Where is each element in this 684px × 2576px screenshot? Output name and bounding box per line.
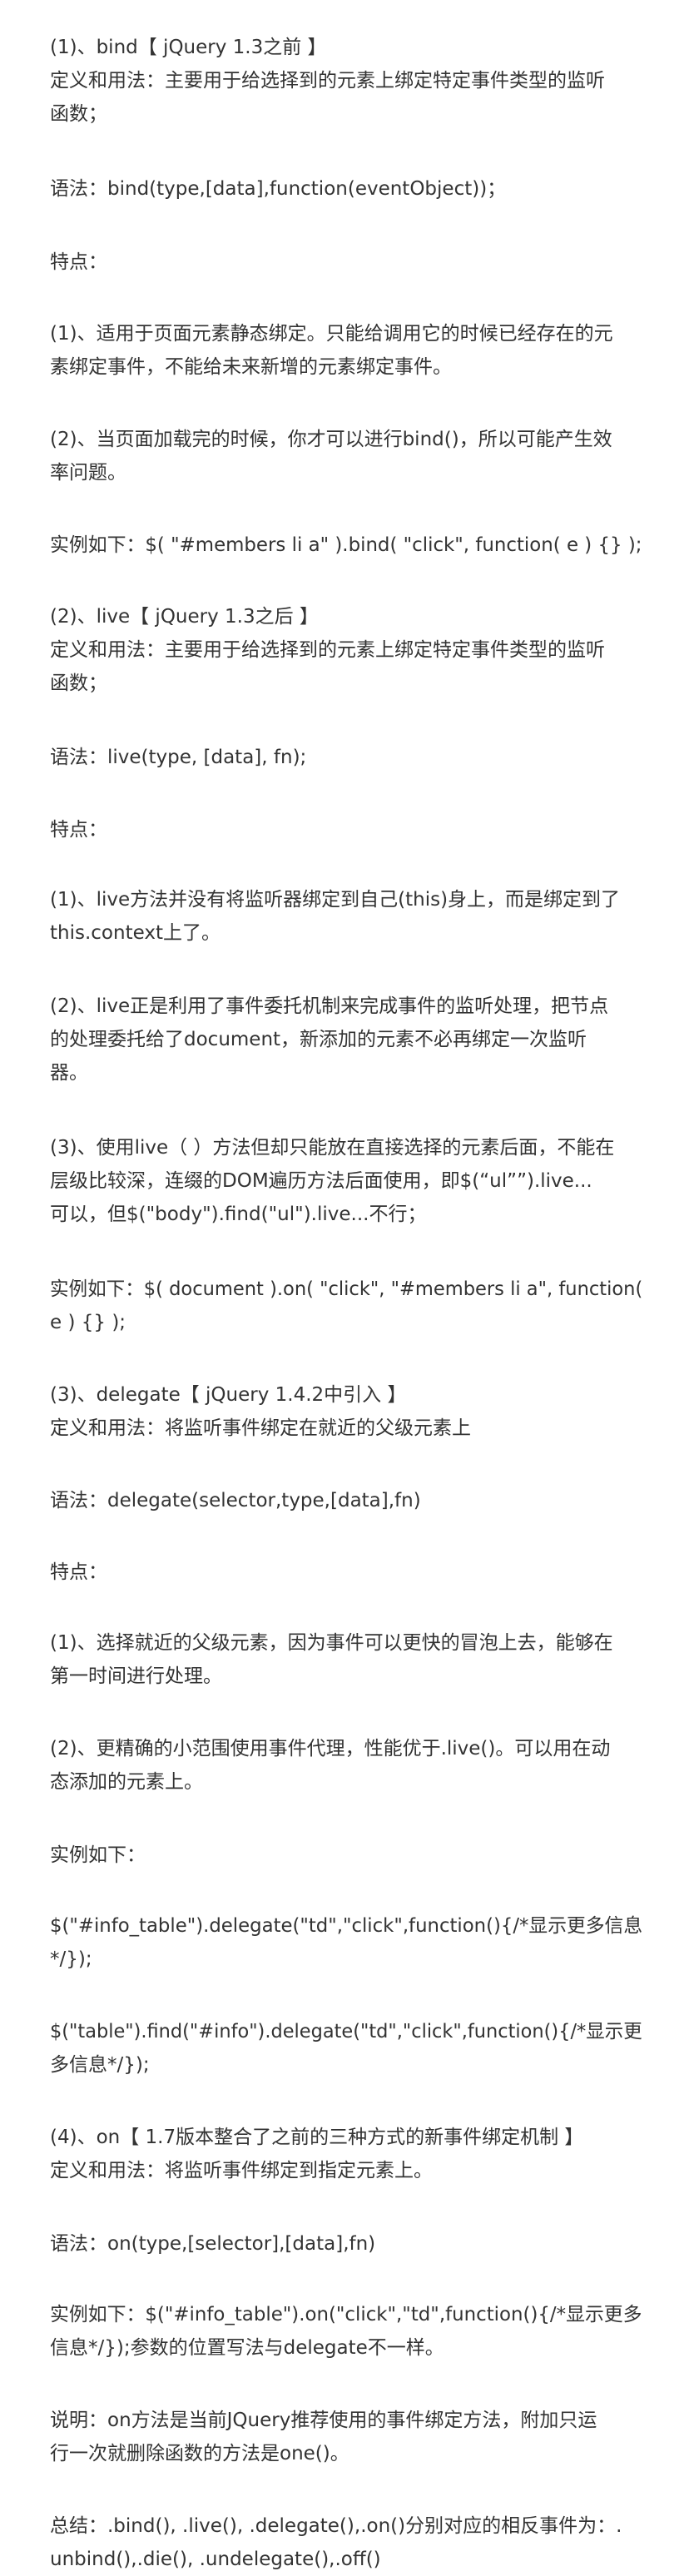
bind-features-label: 特点： <box>50 246 642 279</box>
on-example: 实例如下：$("#info_table").on("click","td",fu… <box>50 2298 642 2365</box>
delegate-example-2: $("table").find("#info").delegate("td","… <box>50 2015 642 2082</box>
section-title: (2)、live【 jQuery 1.3之后 】 <box>50 606 319 628</box>
example-code: e ) {} ); <box>50 1312 126 1333</box>
definition-line: 定义和用法：主要用于给选择到的元素上绑定特定事件类型的监听 <box>50 70 605 92</box>
article-body: (1)、bind【 jQuery 1.3之前 】 定义和用法：主要用于给选择到的… <box>0 0 684 2573</box>
bind-heading: (1)、bind【 jQuery 1.3之前 】 定义和用法：主要用于给选择到的… <box>50 31 642 131</box>
definition-line: 函数； <box>50 103 107 125</box>
example-code: 多信息*/}); <box>50 2054 150 2076</box>
delegate-features-label: 特点： <box>50 1556 642 1589</box>
delegate-syntax: 语法：delegate(selector,type,[data],fn) <box>50 1484 642 1517</box>
on-note: 说明：on方法是当前JQuery推荐使用的事件绑定方法，附加只运 行一次就删除函… <box>50 2404 642 2470</box>
note-line: 行一次就删除函数的方法是one()。 <box>50 2443 349 2464</box>
live-feature-1: (1)、live方法并没有将监听器绑定到自己(this)身上，而是绑定到了 th… <box>50 883 642 950</box>
example-code: 实例如下：$( document ).on( "click", "#member… <box>50 1278 643 1300</box>
definition-line: 定义和用法：主要用于给选择到的元素上绑定特定事件类型的监听 <box>50 639 605 661</box>
syntax-line: 语法：on(type,[selector],[data],fn) <box>50 2233 376 2255</box>
feature-line: (3)、使用live（ ）方法但却只能放在直接选择的元素后面，不能在 <box>50 1137 615 1159</box>
live-feature-2: (2)、live正是利用了事件委托机制来完成事件的监听处理，把节点 的处理委托给… <box>50 990 642 1089</box>
delegate-example-label: 实例如下： <box>50 1839 642 1872</box>
delegate-example-1: $("#info_table").delegate("td","click",f… <box>50 1909 642 1976</box>
on-heading: (4)、on【 1.7版本整合了之前的三种方式的新事件绑定机制 】 定义和用法：… <box>50 2121 642 2187</box>
example-label: 实例如下： <box>50 1844 146 1866</box>
example-code: 信息*/});参数的位置写法与delegate不一样。 <box>50 2337 444 2359</box>
section-title: (1)、bind【 jQuery 1.3之前 】 <box>50 37 327 58</box>
feature-line: (2)、更精确的小范围使用事件代理，性能优于.live()。可以用在动 <box>50 1738 611 1760</box>
feature-line: (1)、选择就近的父级元素，因为事件可以更快的冒泡上去，能够在 <box>50 1632 613 1654</box>
example-code: $("table").find("#info").delegate("td","… <box>50 2021 642 2042</box>
delegate-heading: (3)、delegate【 jQuery 1.4.2中引入 】 定义和用法：将监… <box>50 1378 642 1445</box>
bind-feature-2: (2)、当页面加载完的时候，你才可以进行bind()，所以可能产生效 率问题。 <box>50 423 642 489</box>
example-code: */}); <box>50 1948 92 1970</box>
live-features-label: 特点： <box>50 813 642 846</box>
feature-line: this.context上了。 <box>50 922 221 944</box>
features-label: 特点： <box>50 1561 107 1583</box>
delegate-feature-1: (1)、选择就近的父级元素，因为事件可以更快的冒泡上去，能够在 第一时间进行处理… <box>50 1626 642 1693</box>
live-example: 实例如下：$( document ).on( "click", "#member… <box>50 1273 642 1339</box>
live-syntax: 语法：live(type, [data], fn); <box>50 741 642 774</box>
summary: 总结：.bind(), .live(), .delegate(),.on()分别… <box>50 2509 642 2576</box>
section-title: (3)、delegate【 jQuery 1.4.2中引入 】 <box>50 1384 407 1406</box>
feature-line: 可以，但$("body").find("ul").live...不行； <box>50 1204 427 1225</box>
feature-line: (1)、live方法并没有将监听器绑定到自己(this)身上，而是绑定到了 <box>50 889 621 911</box>
syntax-line: 语法：bind(type,[data],function(eventObject… <box>50 178 507 200</box>
summary-line: 总结：.bind(), .live(), .delegate(),.on()分别… <box>50 2515 622 2537</box>
feature-line: (2)、live正是利用了事件委托机制来完成事件的监听处理，把节点 <box>50 995 609 1017</box>
feature-line: 态添加的元素上。 <box>50 1771 203 1793</box>
section-title: (4)、on【 1.7版本整合了之前的三种方式的新事件绑定机制 】 <box>50 2127 584 2148</box>
live-heading: (2)、live【 jQuery 1.3之后 】 定义和用法：主要用于给选择到的… <box>50 600 642 700</box>
syntax-line: 语法：delegate(selector,type,[data],fn) <box>50 1490 421 1511</box>
feature-line: 率问题。 <box>50 462 126 484</box>
feature-line: 器。 <box>50 1062 88 1084</box>
bind-example: 实例如下：$( "#members li a" ).bind( "click",… <box>50 529 642 562</box>
bind-syntax: 语法：bind(type,[data],function(eventObject… <box>50 172 642 206</box>
example-code: 实例如下：$( "#members li a" ).bind( "click",… <box>50 534 642 556</box>
note-line: 说明：on方法是当前JQuery推荐使用的事件绑定方法，附加只运 <box>50 2410 597 2431</box>
definition-line: 定义和用法：将监听事件绑定在就近的父级元素上 <box>50 1417 471 1439</box>
features-label: 特点： <box>50 819 107 841</box>
bind-feature-1: (1)、适用于页面元素静态绑定。只能给调用它的时候已经存在的元 素绑定事件，不能… <box>50 317 642 384</box>
delegate-feature-2: (2)、更精确的小范围使用事件代理，性能优于.live()。可以用在动 态添加的… <box>50 1732 642 1799</box>
feature-line: 第一时间进行处理。 <box>50 1665 222 1687</box>
feature-line: 的处理委托给了document，新添加的元素不必再绑定一次监听 <box>50 1029 587 1050</box>
live-feature-3: (3)、使用live（ ）方法但却只能放在直接选择的元素后面，不能在 层级比较深… <box>50 1131 642 1231</box>
definition-line: 定义和用法：将监听事件绑定到指定元素上。 <box>50 2160 433 2181</box>
example-code: $("#info_table").delegate("td","click",f… <box>50 1915 643 1937</box>
features-label: 特点： <box>50 251 107 273</box>
feature-line: 素绑定事件，不能给未来新增的元素绑定事件。 <box>50 356 452 378</box>
on-syntax: 语法：on(type,[selector],[data],fn) <box>50 2227 642 2261</box>
feature-line: (1)、适用于页面元素静态绑定。只能给调用它的时候已经存在的元 <box>50 323 613 345</box>
syntax-line: 语法：live(type, [data], fn); <box>50 747 307 768</box>
feature-line: 层级比较深，连缀的DOM遍历方法后面使用，即$(“ul””).live... <box>50 1170 592 1192</box>
feature-line: (2)、当页面加载完的时候，你才可以进行bind()，所以可能产生效 <box>50 429 612 450</box>
summary-line: unbind(),.die(), .undelegate(),.off() <box>50 2549 381 2570</box>
example-code: 实例如下：$("#info_table").on("click","td",fu… <box>50 2304 642 2325</box>
definition-line: 函数； <box>50 673 107 694</box>
